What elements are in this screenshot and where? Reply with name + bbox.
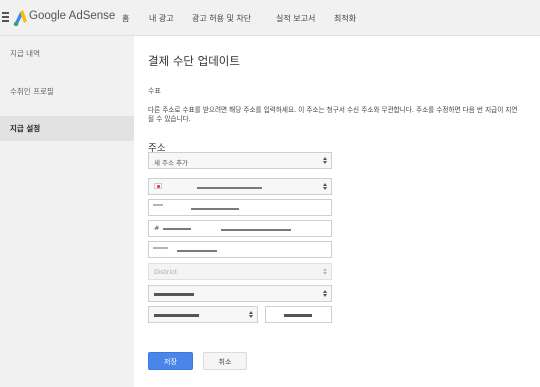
sidebar-item-payee-profile[interactable]: 수취인 프로필 <box>0 79 134 104</box>
top-bar: Google AdSense 홈 내 광고 광고 허용 및 차단 실적 보고서 … <box>0 0 540 36</box>
sidebar-item-payment-history[interactable]: 지급 내역 <box>0 41 134 66</box>
redacted-text <box>177 250 217 252</box>
district-select[interactable]: District <box>148 263 332 280</box>
redacted-country <box>197 187 262 189</box>
payment-method-label: 수표 <box>148 87 161 95</box>
district-placeholder: District <box>154 268 178 276</box>
main-content: 결제 수단 업데이트 수표 다른 주소로 수표를 받으려면 해당 주소를 입력하… <box>134 36 540 387</box>
country-select[interactable] <box>148 178 332 195</box>
select-arrows-icon <box>323 268 327 276</box>
cancel-button[interactable]: 취소 <box>203 352 247 370</box>
page-title: 결제 수단 업데이트 <box>148 54 240 68</box>
postal-code-field[interactable] <box>265 306 332 323</box>
nav-optimization[interactable]: 최적화 <box>334 13 356 24</box>
redacted-text <box>153 247 168 249</box>
redacted-text <box>284 314 312 317</box>
redacted-text <box>153 204 163 206</box>
menu-icon[interactable] <box>2 12 9 22</box>
redacted-text <box>154 314 199 317</box>
nav-allow-block-ads[interactable]: 광고 허용 및 차단 <box>192 13 251 24</box>
select-arrows-icon <box>323 157 327 165</box>
address-line-2-field[interactable] <box>148 241 332 258</box>
nav-home[interactable]: 홈 <box>122 13 129 24</box>
save-button[interactable]: 저장 <box>148 352 193 370</box>
adsense-logo-icon <box>13 10 27 27</box>
brand-name[interactable]: Google AdSense <box>29 10 115 22</box>
address-select-value: 새 주소 추가 <box>154 159 189 167</box>
redacted-text <box>163 228 191 230</box>
address-select[interactable]: 새 주소 추가 <box>148 152 332 169</box>
address-line-1-field[interactable]: # <box>148 220 332 237</box>
nav-performance-reports[interactable]: 실적 보고서 <box>276 13 315 24</box>
city-select[interactable] <box>148 285 332 302</box>
hash-symbol: # <box>154 224 160 232</box>
redacted-text <box>191 208 239 210</box>
korea-flag-icon <box>154 183 162 189</box>
select-arrows-icon <box>323 183 327 191</box>
sidebar: 지급 내역 수취인 프로필 지급 설정 <box>0 36 134 387</box>
redacted-text <box>221 229 291 231</box>
address-description: 다른 주소로 수표를 받으려면 해당 주소를 입력하세요. 이 주소는 청구서 … <box>148 106 518 123</box>
nav-my-ads[interactable]: 내 광고 <box>149 13 174 24</box>
redacted-text <box>154 293 194 296</box>
select-arrows-icon <box>323 290 327 298</box>
select-arrows-icon <box>249 311 253 319</box>
sidebar-item-payment-settings[interactable]: 지급 설정 <box>0 116 134 141</box>
name-field[interactable] <box>148 199 332 216</box>
state-select[interactable] <box>148 306 258 323</box>
